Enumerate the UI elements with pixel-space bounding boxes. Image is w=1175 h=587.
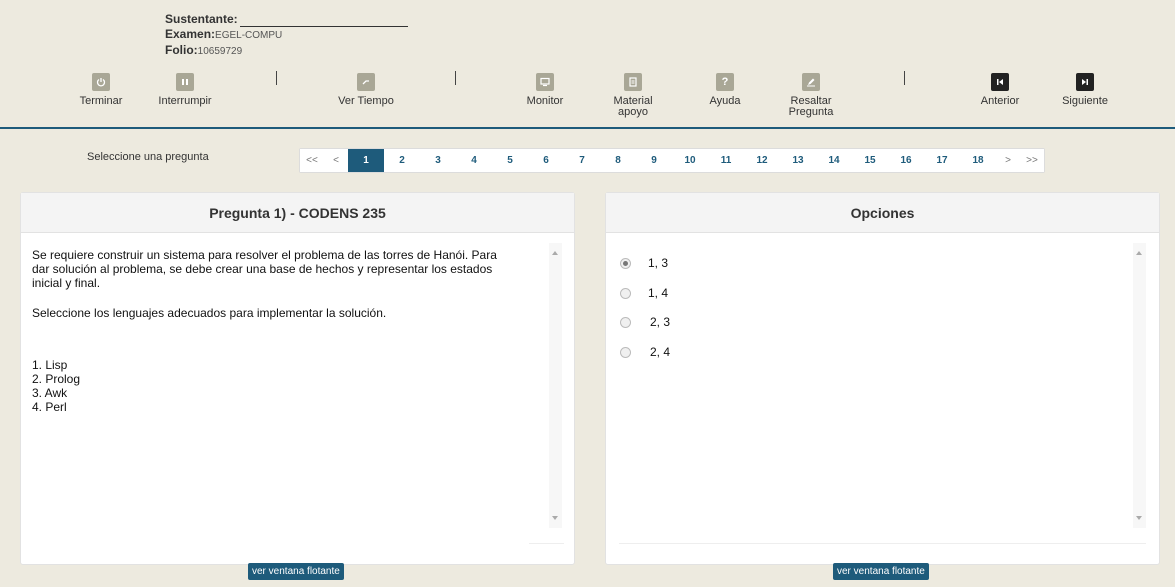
pause-icon: [176, 73, 194, 91]
page-button[interactable]: 5: [492, 149, 528, 172]
page-last-button[interactable]: >>: [1020, 149, 1044, 172]
option-item[interactable]: 1, 3: [620, 256, 668, 270]
interrumpir-button[interactable]: Interrumpir: [155, 73, 215, 107]
question-panel: Pregunta 1) - CODENS 235 Se requiere con…: [20, 192, 575, 565]
siguiente-button[interactable]: Siguiente: [1055, 73, 1115, 107]
resaltar-pregunta-button[interactable]: Resaltar Pregunta: [781, 73, 841, 118]
examen-label: Examen:: [165, 27, 216, 41]
ayuda-label: Ayuda: [709, 95, 741, 107]
terminar-label: Terminar: [79, 95, 123, 107]
option-item[interactable]: 1, 4: [620, 286, 668, 300]
page-button[interactable]: 18: [960, 149, 996, 172]
page-button[interactable]: 12: [744, 149, 780, 172]
sustentante-label: Sustentante:: [165, 12, 238, 26]
page-button[interactable]: 10: [672, 149, 708, 172]
page-first-button[interactable]: <<: [300, 149, 324, 172]
anterior-button[interactable]: Anterior: [970, 73, 1030, 107]
help-icon: ?: [716, 73, 734, 91]
anterior-label: Anterior: [980, 95, 1020, 107]
scroll-up-arrow-icon[interactable]: [1136, 251, 1142, 255]
siguiente-label: Siguiente: [1062, 95, 1108, 107]
page-button[interactable]: 17: [924, 149, 960, 172]
header-divider: [0, 127, 1175, 129]
page-button[interactable]: 2: [384, 149, 420, 172]
toolbar-separator: [904, 71, 905, 85]
power-icon: [92, 73, 110, 91]
options-panel: Opciones 1, 3 1, 4 2, 3 2, 4: [605, 192, 1160, 565]
folio-label: Folio:: [165, 43, 198, 57]
page-button[interactable]: 7: [564, 149, 600, 172]
document-icon: [624, 73, 642, 91]
monitor-button[interactable]: Monitor: [520, 73, 570, 107]
question-scrollbar[interactable]: [549, 243, 562, 528]
ver-tiempo-label: Ver Tiempo: [338, 95, 394, 107]
page-button[interactable]: 11: [708, 149, 744, 172]
option-item[interactable]: 2, 4: [620, 345, 670, 359]
skip-back-icon: [991, 73, 1009, 91]
floating-window-button-right[interactable]: ver ventana flotante: [833, 563, 929, 580]
option-label: 1, 4: [648, 286, 669, 300]
page-next-button[interactable]: >: [996, 149, 1020, 172]
scroll-down-arrow-icon[interactable]: [552, 516, 558, 520]
scroll-up-arrow-icon[interactable]: [552, 251, 558, 255]
page-button[interactable]: 6: [528, 149, 564, 172]
page-prev-button[interactable]: <: [324, 149, 348, 172]
divider: [529, 543, 564, 544]
sustentante-line: [239, 16, 408, 27]
page-button[interactable]: 8: [600, 149, 636, 172]
question-instruction: Seleccione los lenguajes adecuados para …: [32, 306, 387, 320]
monitor-label: Monitor: [526, 95, 564, 107]
options-scrollbar[interactable]: [1133, 243, 1146, 528]
skip-forward-icon: [1076, 73, 1094, 91]
list-item: 2. Prolog: [32, 372, 81, 386]
radio-button[interactable]: [620, 287, 631, 299]
select-question-label: Seleccione una pregunta: [87, 151, 209, 163]
question-pagination: << < 1 2 3 4 5 6 7 8 9 10 11 12 13 14 15…: [299, 148, 1045, 173]
radio-button[interactable]: [620, 257, 631, 269]
page-button[interactable]: 15: [852, 149, 888, 172]
floating-window-button-left[interactable]: ver ventana flotante: [248, 563, 344, 580]
terminar-button[interactable]: Terminar: [76, 73, 126, 107]
radio-button[interactable]: [620, 346, 631, 358]
ver-tiempo-button[interactable]: Ver Tiempo: [336, 73, 396, 107]
candidate-info: Sustentante: Examen:EGEL-COMPU Folio:106…: [165, 12, 408, 59]
option-item[interactable]: 2, 3: [620, 315, 670, 329]
page-button[interactable]: 1: [348, 149, 384, 172]
page-button[interactable]: 16: [888, 149, 924, 172]
material-apoyo-button[interactable]: Material apoyo: [608, 73, 658, 118]
page-button[interactable]: 3: [420, 149, 456, 172]
option-label: 2, 3: [650, 315, 671, 329]
toolbar-separator: [455, 71, 456, 85]
option-label: 2, 4: [650, 345, 671, 359]
examen-value: EGEL-COMPU: [215, 30, 283, 41]
page-button[interactable]: 4: [456, 149, 492, 172]
question-items: 1. Lisp 2. Prolog 3. Awk 4. Perl: [32, 358, 542, 414]
page-button[interactable]: 13: [780, 149, 816, 172]
monitor-icon: [536, 73, 554, 91]
folio-value: 10659729: [197, 46, 243, 57]
divider: [619, 543, 1146, 544]
material-label-2: apoyo: [618, 106, 648, 118]
scroll-down-arrow-icon[interactable]: [1136, 516, 1142, 520]
option-label: 1, 3: [648, 256, 669, 270]
question-body: Se requiere construir un sistema para re…: [32, 248, 542, 414]
options-title: Opciones: [606, 193, 1159, 233]
question-paragraph: Se requiere construir un sistema para re…: [32, 248, 497, 290]
page-button[interactable]: 9: [636, 149, 672, 172]
toolbar-separator: [276, 71, 277, 85]
list-item: 3. Awk: [32, 386, 68, 400]
ayuda-button[interactable]: ? Ayuda: [700, 73, 750, 107]
resaltar-label-2: Pregunta: [788, 106, 834, 118]
page-button[interactable]: 14: [816, 149, 852, 172]
list-item: 4. Perl: [32, 400, 67, 414]
radio-button[interactable]: [620, 316, 631, 328]
question-title: Pregunta 1) - CODENS 235: [21, 193, 574, 233]
list-item: 1. Lisp: [32, 358, 68, 372]
highlight-pen-icon: [802, 73, 820, 91]
interrumpir-label: Interrumpir: [158, 95, 212, 107]
clock-icon: [357, 73, 375, 91]
